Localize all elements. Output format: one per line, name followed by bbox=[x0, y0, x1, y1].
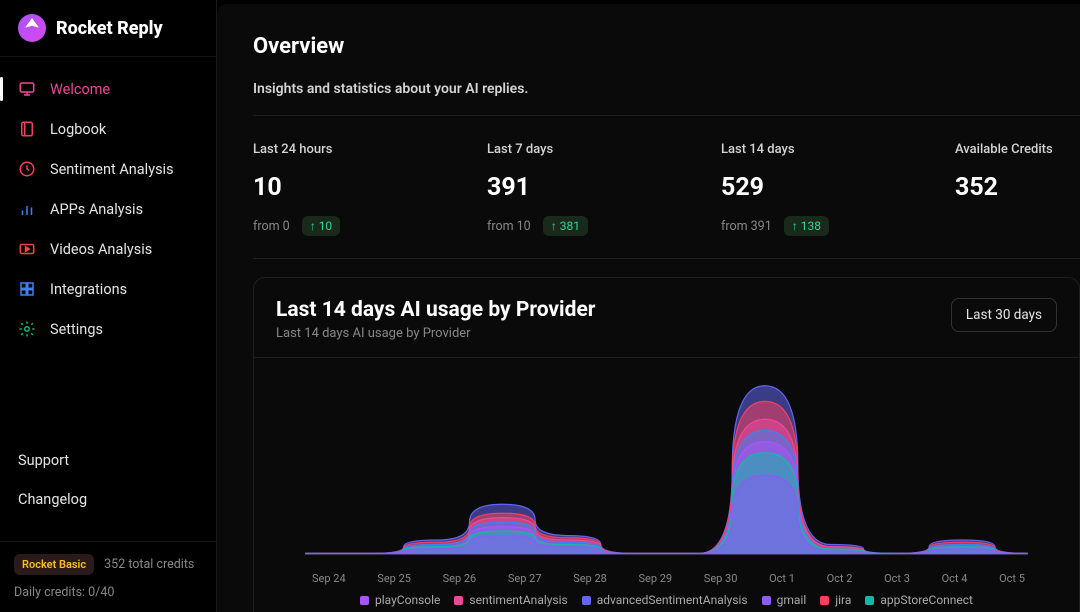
plan-badge: Rocket Basic bbox=[14, 554, 94, 575]
legend-item[interactable]: playConsole bbox=[360, 593, 440, 607]
legend-swatch bbox=[865, 596, 874, 605]
arrow-up-icon: ↑ bbox=[310, 219, 316, 233]
monitor-icon bbox=[18, 80, 36, 98]
nav-label: Settings bbox=[50, 321, 103, 338]
nav-item-changelog[interactable]: Changelog bbox=[0, 480, 216, 519]
stat-from: from 10 bbox=[487, 219, 531, 234]
stat-24h: Last 24 hours 10 from 0 ↑10 bbox=[253, 142, 453, 236]
nav: Welcome Logbook Sentiment Analysis APPs … bbox=[0, 57, 216, 541]
stat-from: from 0 bbox=[253, 219, 290, 234]
brand-logo-icon bbox=[18, 14, 46, 42]
sidebar: Rocket Reply Welcome Logbook Sentiment A… bbox=[0, 0, 217, 612]
nav-bottom: Support Changelog bbox=[0, 441, 216, 529]
stat-value: 10 bbox=[253, 173, 453, 202]
nav-label: APPs Analysis bbox=[50, 201, 143, 218]
chart-icon bbox=[18, 200, 36, 218]
page-title: Overview bbox=[253, 34, 1080, 59]
stat-delta: ↑138 bbox=[784, 216, 829, 236]
stat-value: 352 bbox=[955, 173, 1080, 202]
daily-credits: Daily credits: 0/40 bbox=[14, 585, 202, 600]
range-select[interactable]: Last 30 days bbox=[951, 298, 1057, 332]
legend-item[interactable]: sentimentAnalysis bbox=[454, 593, 567, 607]
sidebar-footer: Rocket Basic 352 total credits Daily cre… bbox=[0, 541, 216, 612]
stat-credits: Available Credits 352 bbox=[955, 142, 1080, 236]
legend-swatch bbox=[454, 596, 463, 605]
stats-row: Last 24 hours 10 from 0 ↑10 Last 7 days … bbox=[253, 116, 1080, 258]
arrow-up-icon: ↑ bbox=[792, 219, 798, 233]
nav-item-logbook[interactable]: Logbook bbox=[0, 109, 216, 149]
credits-total: 352 total credits bbox=[104, 557, 194, 572]
nav-label: Integrations bbox=[50, 281, 127, 298]
usage-card: Last 14 days AI usage by Provider Last 1… bbox=[253, 277, 1080, 612]
arrow-up-icon: ↑ bbox=[551, 219, 557, 233]
legend-swatch bbox=[820, 596, 829, 605]
nav-label: Videos Analysis bbox=[50, 241, 152, 258]
notebook-icon bbox=[18, 120, 36, 138]
legend-label: gmail bbox=[777, 593, 807, 607]
chart-area: Sep 24Sep 25Sep 26Sep 27Sep 28Sep 29Sep … bbox=[254, 358, 1079, 612]
page-subtitle: Insights and statistics about your AI re… bbox=[253, 81, 1080, 97]
chart-legend: playConsole sentimentAnalysis advancedSent… bbox=[276, 585, 1057, 612]
legend-swatch bbox=[762, 596, 771, 605]
stat-delta: ↑381 bbox=[543, 216, 588, 236]
nav-label: Support bbox=[18, 452, 69, 469]
stat-14d: Last 14 days 529 from 391 ↑138 bbox=[721, 142, 921, 236]
legend-swatch bbox=[582, 596, 591, 605]
legend-item[interactable]: jira bbox=[820, 593, 851, 607]
nav-item-welcome[interactable]: Welcome bbox=[0, 69, 216, 109]
legend-label: appStoreConnect bbox=[880, 593, 973, 607]
nav-label: Welcome bbox=[50, 81, 110, 98]
nav-label: Changelog bbox=[18, 491, 87, 508]
stat-7d: Last 7 days 391 from 10 ↑381 bbox=[487, 142, 687, 236]
stat-label: Available Credits bbox=[955, 142, 1080, 157]
nav-item-support[interactable]: Support bbox=[0, 441, 216, 480]
legend-label: advancedSentimentAnalysis bbox=[597, 593, 748, 607]
nav-item-sentiment[interactable]: Sentiment Analysis bbox=[0, 149, 216, 189]
gear-icon bbox=[18, 320, 36, 338]
stat-value: 529 bbox=[721, 173, 921, 202]
area-chart bbox=[276, 364, 1057, 564]
grid-icon bbox=[18, 280, 36, 298]
clock-icon bbox=[18, 160, 36, 178]
card-subtitle: Last 14 days AI usage by Provider bbox=[276, 326, 595, 341]
card-title: Last 14 days AI usage by Provider bbox=[276, 298, 595, 322]
stat-label: Last 24 hours bbox=[253, 142, 453, 157]
stat-from: from 391 bbox=[721, 219, 772, 234]
legend-swatch bbox=[360, 596, 369, 605]
stat-label: Last 14 days bbox=[721, 142, 921, 157]
stat-delta: ↑10 bbox=[302, 216, 341, 236]
nav-label: Sentiment Analysis bbox=[50, 161, 174, 178]
nav-item-integrations[interactable]: Integrations bbox=[0, 269, 216, 309]
legend-label: playConsole bbox=[375, 593, 440, 607]
main: Overview Insights and statistics about y… bbox=[217, 4, 1080, 612]
legend-label: jira bbox=[835, 593, 851, 607]
x-axis-labels: Sep 24Sep 25Sep 26Sep 27Sep 28Sep 29Sep … bbox=[276, 568, 1057, 585]
nav-item-apps[interactable]: APPs Analysis bbox=[0, 189, 216, 229]
nav-label: Logbook bbox=[50, 121, 106, 138]
legend-item[interactable]: advancedSentimentAnalysis bbox=[582, 593, 748, 607]
brand: Rocket Reply bbox=[0, 0, 216, 57]
legend-item[interactable]: gmail bbox=[762, 593, 807, 607]
brand-title: Rocket Reply bbox=[56, 18, 163, 39]
video-icon bbox=[18, 240, 36, 258]
legend-item[interactable]: appStoreConnect bbox=[865, 593, 973, 607]
stat-value: 391 bbox=[487, 173, 687, 202]
legend-label: sentimentAnalysis bbox=[469, 593, 567, 607]
nav-item-videos[interactable]: Videos Analysis bbox=[0, 229, 216, 269]
stat-label: Last 7 days bbox=[487, 142, 687, 157]
nav-item-settings[interactable]: Settings bbox=[0, 309, 216, 349]
